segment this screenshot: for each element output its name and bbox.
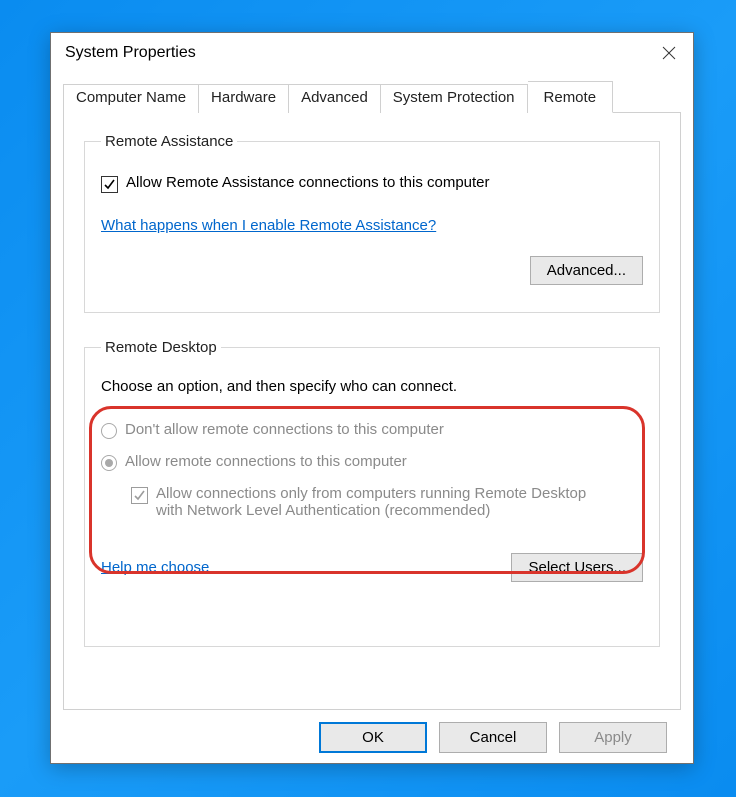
apply-button[interactable]: Apply	[559, 722, 667, 753]
tab-advanced[interactable]: Advanced	[289, 84, 381, 113]
radio-allow-row[interactable]: Allow remote connections to this compute…	[101, 453, 643, 471]
radio-allow-label: Allow remote connections to this compute…	[125, 453, 407, 470]
tabstrip: Computer Name Hardware Advanced System P…	[63, 81, 681, 113]
radio-disallow-label: Don't allow remote connections to this c…	[125, 421, 444, 438]
radio-disallow[interactable]	[101, 423, 117, 439]
tab-hardware[interactable]: Hardware	[199, 84, 289, 113]
radio-allow[interactable]	[101, 455, 117, 471]
tab-remote[interactable]: Remote	[528, 81, 614, 113]
help-me-choose-link[interactable]: Help me choose	[101, 559, 209, 576]
remote-desktop-instruction: Choose an option, and then specify who c…	[101, 378, 643, 395]
tab-computer-name[interactable]: Computer Name	[63, 84, 199, 113]
nla-label: Allow connections only from computers ru…	[156, 485, 596, 519]
system-properties-dialog: System Properties Computer Name Hardware…	[50, 32, 694, 764]
allow-remote-assistance-row: Allow Remote Assistance connections to t…	[101, 174, 643, 193]
nla-row[interactable]: Allow connections only from computers ru…	[131, 485, 643, 519]
group-remote-assistance: Remote Assistance Allow Remote Assistanc…	[84, 133, 660, 313]
dialog-footer: OK Cancel Apply	[63, 710, 681, 753]
allow-remote-assistance-label: Allow Remote Assistance connections to t…	[126, 174, 490, 191]
radio-disallow-row[interactable]: Don't allow remote connections to this c…	[101, 421, 643, 439]
group-remote-desktop: Remote Desktop Choose an option, and the…	[84, 339, 660, 647]
nla-checkbox[interactable]	[131, 487, 148, 504]
tabpane-remote: Remote Assistance Allow Remote Assistanc…	[63, 112, 681, 710]
ok-button[interactable]: OK	[319, 722, 427, 753]
legend-remote-desktop: Remote Desktop	[101, 339, 221, 356]
legend-remote-assistance: Remote Assistance	[101, 133, 237, 150]
client-area: Computer Name Hardware Advanced System P…	[51, 73, 693, 765]
checkmark-icon	[133, 489, 146, 502]
remote-assistance-help-link[interactable]: What happens when I enable Remote Assist…	[101, 217, 436, 234]
window-title: System Properties	[65, 44, 196, 62]
select-users-button[interactable]: Select Users...	[511, 553, 643, 582]
close-icon	[662, 46, 676, 60]
cancel-button[interactable]: Cancel	[439, 722, 547, 753]
allow-remote-assistance-checkbox[interactable]	[101, 176, 118, 193]
titlebar: System Properties	[51, 33, 693, 73]
advanced-row: Advanced...	[101, 256, 643, 285]
close-button[interactable]	[645, 33, 693, 73]
remote-desktop-bottom-row: Help me choose Select Users...	[101, 553, 643, 582]
checkmark-icon	[103, 178, 116, 191]
advanced-button[interactable]: Advanced...	[530, 256, 643, 285]
tab-system-protection[interactable]: System Protection	[381, 84, 528, 113]
